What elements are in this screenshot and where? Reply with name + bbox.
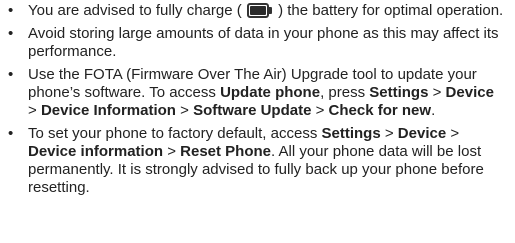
menu-path-device-information: Device information — [28, 143, 164, 160]
menu-path-check-for-new: Check for new — [328, 102, 432, 119]
tips-list: • You are advised to fully charge ( ) th… — [8, 2, 505, 197]
battery-full-icon — [246, 3, 273, 18]
menu-path-update-phone: Update phone — [220, 84, 321, 101]
bullet: • — [8, 66, 14, 83]
menu-path-settings: Settings — [369, 84, 429, 101]
list-item: • To set your phone to factory default, … — [8, 125, 484, 196]
list-item: • Avoid storing large amounts of data in… — [8, 25, 499, 60]
menu-path-device: Device — [397, 125, 447, 142]
menu-path-device: Device — [445, 84, 494, 101]
tips-document: • You are advised to fully charge ( ) th… — [0, 0, 515, 243]
menu-path-device-information: Device Information — [40, 102, 176, 119]
menu-path-software-update: Software Update — [193, 102, 312, 119]
menu-path-settings: Settings — [321, 125, 381, 142]
bullet: • — [8, 25, 14, 42]
list-item: • You are advised to fully charge ( ) th… — [8, 2, 504, 19]
list-item: • Use the FOTA (Firmware Over The Air) U… — [8, 66, 494, 119]
bullet: • — [8, 2, 14, 19]
bullet: • — [8, 125, 14, 142]
menu-path-reset-phone: Reset Phone — [180, 143, 271, 160]
